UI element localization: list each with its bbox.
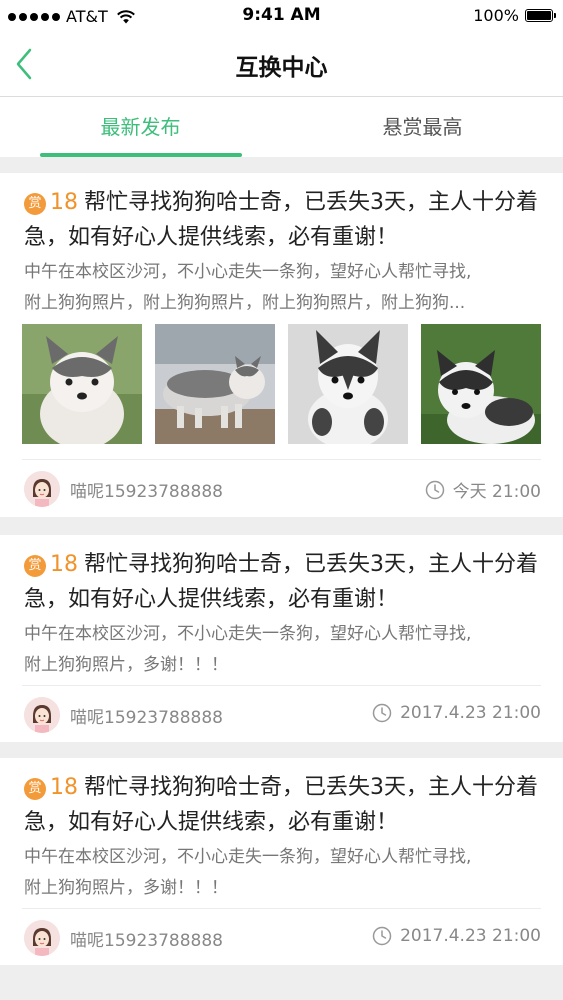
post-title: 赏 18 帮忙寻找狗狗哈士奇，已丢失3天，主人十分着急，如有好心人提供线索，必有重谢… xyxy=(24,185,543,255)
username[interactable]: 喵呢15923788888 xyxy=(70,703,223,728)
post-time-text: 2017.4.23 21:00 xyxy=(400,703,541,723)
reward-badge-icon: 赏 xyxy=(24,778,46,800)
post-title-text: 帮忙寻找狗狗哈士奇，已丢失3天，主人十分着急，如有好心人提供线索，必有重谢！ xyxy=(24,775,538,835)
clock-icon xyxy=(372,926,392,946)
post-time: 2017.4.23 21:00 xyxy=(372,926,541,946)
reward-badge-icon: 赏 xyxy=(24,555,46,577)
description-line: 中午在本校区沙河，不小心走失一条狗，望好心人帮忙寻找, xyxy=(24,262,472,282)
tab-bar: 最新发布 悬赏最高 xyxy=(0,97,563,157)
card-divider xyxy=(22,685,541,686)
post-card[interactable]: 赏 18 帮忙寻找狗狗哈士奇，已丢失3天，主人十分着急，如有好心人提供线索，必有重谢… xyxy=(0,173,563,517)
avatar[interactable] xyxy=(24,920,60,956)
username[interactable]: 喵呢15923788888 xyxy=(70,477,223,502)
post-time-text: 今天 21:00 xyxy=(452,482,541,502)
status-bar: AT&T 9:41 AM 100% xyxy=(0,0,563,32)
post-time: 2017.4.23 21:00 xyxy=(372,703,541,723)
active-tab-indicator xyxy=(40,153,242,157)
page-title: 互换中心 xyxy=(235,55,328,81)
post-title-text: 帮忙寻找狗狗哈士奇，已丢失3天，主人十分着急，如有好心人提供线索，必有重谢！ xyxy=(24,190,538,250)
post-title: 赏 18 帮忙寻找狗狗哈士奇，已丢失3天，主人十分着急，如有好心人提供线索，必有重谢… xyxy=(24,770,543,840)
post-footer: 喵呢15923788888 2017.4.23 21:00 xyxy=(22,918,541,958)
post-time: 今天 21:00 xyxy=(425,477,541,502)
description-line: 附上狗狗照片，多谢！！！ xyxy=(24,878,228,898)
post-card[interactable]: 赏 18 帮忙寻找狗狗哈士奇，已丢失3天，主人十分着急，如有好心人提供线索，必有重谢… xyxy=(0,758,563,965)
tab-latest[interactable]: 最新发布 xyxy=(0,97,281,157)
card-divider xyxy=(22,908,541,909)
post-title: 赏 18 帮忙寻找狗狗哈士奇，已丢失3天，主人十分着急，如有好心人提供线索，必有重谢… xyxy=(24,547,543,617)
clock-icon xyxy=(372,703,392,723)
post-footer: 喵呢15923788888 2017.4.23 21:00 xyxy=(22,695,541,735)
husky-puppy-photo[interactable] xyxy=(155,324,275,444)
nav-bar: 互换中心 xyxy=(0,32,563,96)
post-description: 中午在本校区沙河，不小心走失一条狗，望好心人帮忙寻找, 附上狗狗照片，多谢！！！ xyxy=(24,842,543,904)
description-line: 附上狗狗照片，多谢！！！ xyxy=(24,655,228,675)
tab-highest-reward[interactable]: 悬赏最高 xyxy=(282,97,563,157)
description-line: 中午在本校区沙河，不小心走失一条狗，望好心人帮忙寻找, xyxy=(24,624,472,644)
description-line: 中午在本校区沙河，不小心走失一条狗，望好心人帮忙寻找, xyxy=(24,847,472,867)
husky-puppy-photo[interactable] xyxy=(421,324,541,444)
card-divider xyxy=(22,459,541,460)
reward-amount: 18 xyxy=(50,775,78,800)
reward-amount: 18 xyxy=(50,190,78,215)
description-line: 附上狗狗照片，附上狗狗照片，附上狗狗照片，附上狗狗... xyxy=(24,293,466,313)
clock-icon xyxy=(425,480,444,499)
post-description: 中午在本校区沙河，不小心走失一条狗，望好心人帮忙寻找, 附上狗狗照片，附上狗狗照… xyxy=(24,257,543,319)
post-title-text: 帮忙寻找狗狗哈士奇，已丢失3天，主人十分着急，如有好心人提供线索，必有重谢！ xyxy=(24,552,538,612)
post-footer: 喵呢15923788888 今天 21:00 xyxy=(22,469,541,509)
reward-amount: 18 xyxy=(50,552,78,577)
husky-puppy-photo[interactable] xyxy=(22,324,142,444)
battery-percent: 100% xyxy=(473,6,519,25)
battery-icon xyxy=(525,9,556,22)
photo-grid xyxy=(22,324,541,444)
post-time-text: 2017.4.23 21:00 xyxy=(400,926,541,946)
husky-puppy-photo[interactable] xyxy=(288,324,408,444)
avatar[interactable] xyxy=(24,471,60,507)
post-description: 中午在本校区沙河，不小心走失一条狗，望好心人帮忙寻找, 附上狗狗照片，多谢！！！ xyxy=(24,619,543,681)
avatar[interactable] xyxy=(24,697,60,733)
post-card[interactable]: 赏 18 帮忙寻找狗狗哈士奇，已丢失3天，主人十分着急，如有好心人提供线索，必有重谢… xyxy=(0,535,563,742)
battery-group: 100% xyxy=(473,6,556,25)
username[interactable]: 喵呢15923788888 xyxy=(70,926,223,951)
reward-badge-icon: 赏 xyxy=(24,193,46,215)
